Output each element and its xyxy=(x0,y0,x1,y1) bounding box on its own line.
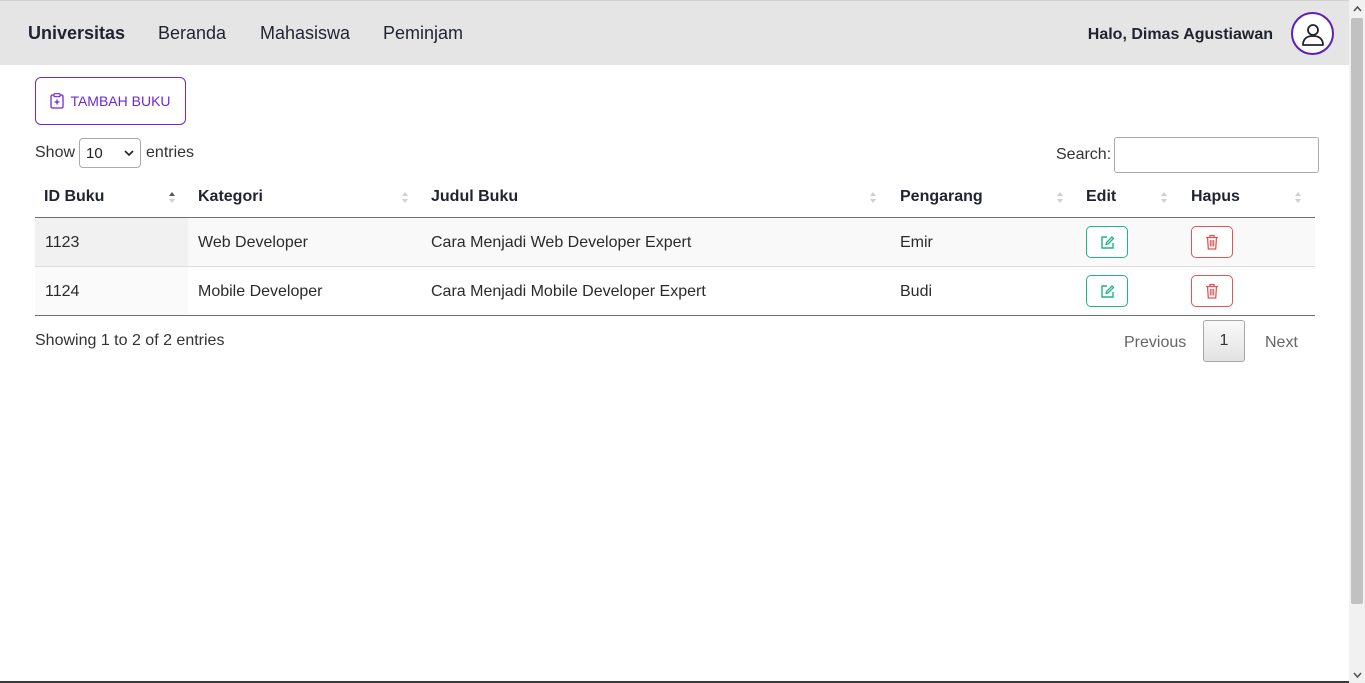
sort-icon xyxy=(402,192,408,203)
sort-asc-icon xyxy=(169,192,175,203)
edit-button[interactable] xyxy=(1086,226,1128,258)
table-info: Showing 1 to 2 of 2 entries xyxy=(35,332,225,349)
add-book-button[interactable]: TAMBAH BUKU xyxy=(35,77,186,125)
sort-icon xyxy=(1057,192,1063,203)
delete-button[interactable] xyxy=(1191,226,1233,258)
pagination-next[interactable]: Next xyxy=(1265,334,1298,352)
pagination-previous[interactable]: Previous xyxy=(1124,334,1186,352)
scrollbar-thumb[interactable] xyxy=(1351,18,1363,604)
pagination-page-1[interactable]: 1 xyxy=(1203,320,1245,362)
cell-pengarang: Emir xyxy=(900,234,933,251)
nav-link-mahasiswa[interactable]: Mahasiswa xyxy=(260,23,350,44)
cell-kategori: Web Developer xyxy=(198,234,308,251)
user-greeting: Halo, Dimas Agustiawan xyxy=(1087,26,1273,43)
brand[interactable]: Universitas xyxy=(28,23,125,44)
vertical-scrollbar[interactable] xyxy=(1349,0,1365,683)
books-table: ID Buku Kategori Judul Buku Pengarang Ed… xyxy=(35,178,1315,316)
delete-button[interactable] xyxy=(1191,275,1233,307)
chevron-down-icon xyxy=(124,149,134,156)
scroll-down-arrow[interactable] xyxy=(1349,666,1365,683)
column-header-id-buku[interactable]: ID Buku xyxy=(44,188,104,206)
entries-select[interactable]: 10 xyxy=(79,138,142,168)
sort-icon xyxy=(1295,192,1301,203)
show-label: Show xyxy=(35,144,76,161)
cell-judul-buku: Cara Menjadi Mobile Developer Expert xyxy=(431,283,706,300)
cell-id-buku: 1124 xyxy=(45,283,80,300)
scroll-up-arrow[interactable] xyxy=(1349,0,1365,17)
trash-icon xyxy=(1206,283,1218,299)
add-book-label: TAMBAH BUKU xyxy=(70,93,171,109)
entries-label: entries xyxy=(146,144,195,161)
trash-icon xyxy=(1206,234,1218,250)
search-control: Search: xyxy=(1056,137,1320,173)
nav-link-beranda[interactable]: Beranda xyxy=(158,23,226,44)
chevron-up-icon xyxy=(1352,5,1362,11)
pencil-square-icon xyxy=(1100,235,1114,249)
pencil-square-icon xyxy=(1100,284,1114,298)
sort-icon xyxy=(870,192,876,203)
column-header-kategori[interactable]: Kategori xyxy=(198,188,263,206)
avatar[interactable] xyxy=(1291,12,1334,55)
edit-button[interactable] xyxy=(1086,275,1128,307)
cell-judul-buku: Cara Menjadi Web Developer Expert xyxy=(431,234,692,251)
cell-kategori: Mobile Developer xyxy=(198,283,323,300)
cell-id-buku: 1123 xyxy=(45,234,80,251)
column-header-pengarang[interactable]: Pengarang xyxy=(900,188,983,206)
column-header-hapus[interactable]: Hapus xyxy=(1191,188,1240,206)
sort-icon xyxy=(1161,192,1167,203)
clipboard-plus-icon xyxy=(50,93,65,109)
column-header-edit[interactable]: Edit xyxy=(1086,188,1116,206)
entries-selected-value: 10 xyxy=(86,144,103,162)
cell-pengarang: Budi xyxy=(900,283,933,300)
length-control: Show 10 entries xyxy=(35,138,194,168)
chevron-down-icon xyxy=(1352,672,1362,678)
table-header: ID Buku Kategori Judul Buku Pengarang Ed… xyxy=(35,178,1315,218)
table-row: 1124 Mobile Developer Cara Menjadi Mobil… xyxy=(35,267,1315,316)
search-label: Search: xyxy=(1056,146,1112,163)
navbar: Universitas Beranda Mahasiswa Peminjam H… xyxy=(0,0,1349,65)
column-header-judul-buku[interactable]: Judul Buku xyxy=(431,188,518,206)
person-icon xyxy=(1301,23,1324,46)
table-row: 1123 Web Developer Cara Menjadi Web Deve… xyxy=(35,218,1315,267)
search-input[interactable] xyxy=(1114,137,1320,173)
nav-link-peminjam[interactable]: Peminjam xyxy=(383,23,463,44)
